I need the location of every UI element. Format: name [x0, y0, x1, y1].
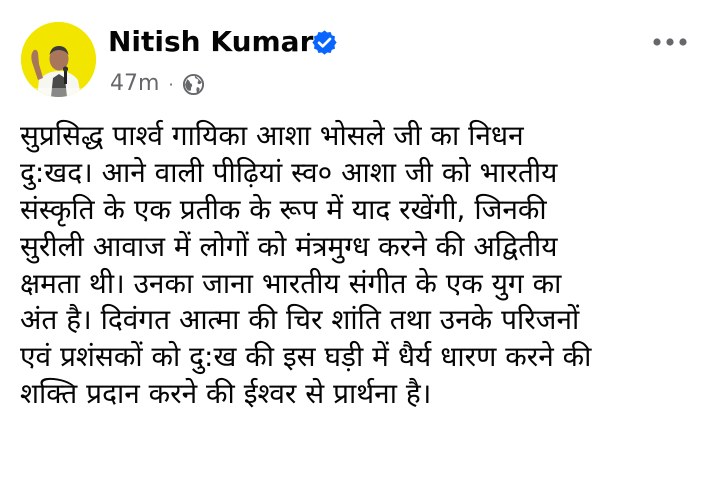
- post-text-line: संस्कृति के एक प्रतीक के रूप में याद रखे…: [20, 192, 547, 226]
- post-text-line: शक्ति प्रदान करने की ईश्वर से प्रार्थना …: [20, 377, 432, 411]
- post-text-line: दु:खद। आने वाली पीढ़ियां स्व० आशा जी को …: [20, 155, 558, 189]
- author-name[interactable]: Nitish Kumar: [108, 25, 313, 59]
- post-text-line: क्षमता थी। उनका जाना भारतीय संगीत के एक …: [20, 266, 562, 300]
- post-text-line: एवं प्रशंसकों को दु:ख की इस घड़ी में धैर…: [20, 340, 592, 374]
- verified-badge-icon: [312, 30, 337, 55]
- more-options-button[interactable]: [650, 30, 690, 54]
- avatar[interactable]: [21, 22, 96, 97]
- post-meta: 47m ·: [110, 70, 205, 98]
- post-text: सुप्रसिद्ध पार्श्व गायिका आशा भोसले जी क…: [20, 118, 696, 413]
- post-header: Nitish Kumar 47m ·: [0, 0, 706, 115]
- more-options-icon: [653, 38, 687, 46]
- meta-separator: ·: [168, 74, 174, 94]
- globe-icon[interactable]: [182, 73, 205, 96]
- avatar-photo: [21, 22, 96, 97]
- post-text-line: अंत है। दिवंगत आत्मा की चिर शांति तथा उन…: [20, 303, 580, 337]
- post-timestamp[interactable]: 47m: [110, 70, 159, 98]
- post-text-line: सुरीली आवाज में लोगों को मंत्रमुग्ध करने…: [20, 229, 558, 263]
- post-text-line: सुप्रसिद्ध पार्श्व गायिका आशा भोसले जी क…: [20, 119, 524, 152]
